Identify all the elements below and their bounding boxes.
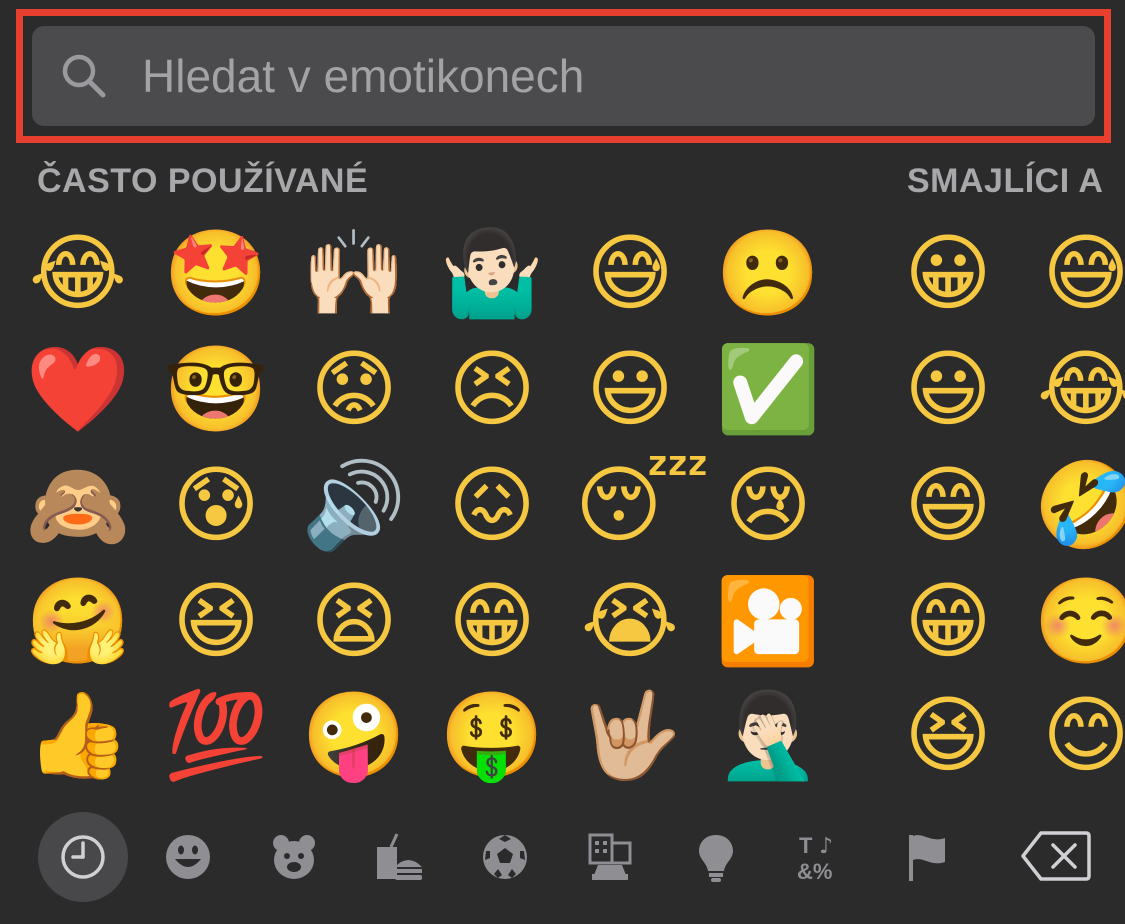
emoji-key[interactable]: 🤟🏼 — [575, 680, 685, 790]
emoji-key[interactable]: 😭 — [575, 566, 685, 676]
backspace-icon[interactable] — [1020, 830, 1092, 882]
emoji-key[interactable]: 🤣 — [1031, 450, 1125, 560]
symbols-tab[interactable]: T ♪ &% — [776, 812, 866, 902]
search-bar[interactable]: Hledat v emotikonech — [32, 26, 1095, 126]
section-title-frequent: ČASTO POUŽÍVANÉ — [37, 162, 369, 200]
smileys-tab[interactable] — [143, 812, 233, 902]
emoji-key[interactable]: 😴 — [575, 450, 710, 560]
emoji-key[interactable]: 😂 — [1031, 334, 1125, 444]
emoji-key[interactable]: 🤦🏻‍♂️ — [713, 680, 823, 790]
emoji-key[interactable]: 🔊 — [299, 450, 409, 560]
emoji-key[interactable]: 😢 — [713, 450, 823, 560]
activity-tab[interactable] — [460, 812, 550, 902]
flag-icon — [909, 835, 945, 881]
soccer-ball-icon — [483, 835, 527, 879]
emoji-key[interactable]: ❤️ — [23, 334, 133, 444]
emoji-key[interactable]: 😅 — [575, 218, 685, 328]
emoji-key[interactable]: 😰 — [161, 450, 271, 560]
emoji-key[interactable]: ☹️ — [713, 218, 823, 328]
smiley-icon — [166, 835, 210, 879]
emoji-key[interactable]: 😄 — [893, 450, 1003, 560]
emoji-key[interactable]: ☺️ — [1031, 566, 1125, 676]
emoji-key[interactable]: 😅 — [1031, 218, 1125, 328]
emoji-key[interactable]: 😫 — [299, 566, 409, 676]
animals-tab[interactable] — [249, 812, 339, 902]
emoji-key[interactable]: 😂 — [23, 218, 133, 328]
emoji-key[interactable]: 😃 — [893, 334, 1003, 444]
lightbulb-icon — [699, 835, 733, 882]
burger-icon — [377, 833, 422, 880]
travel-tab[interactable] — [565, 812, 655, 902]
svg-text:T: T — [799, 833, 813, 858]
emoji-key[interactable]: 😁 — [437, 566, 547, 676]
emoji-key[interactable]: 😆 — [161, 566, 271, 676]
emoji-key[interactable]: 🤑 — [437, 680, 547, 790]
emoji-key[interactable]: 😊 — [1031, 680, 1125, 790]
emoji-key[interactable]: 😁 — [893, 566, 1003, 676]
recent-tab[interactable] — [38, 812, 128, 902]
emoji-key[interactable]: ✅ — [713, 334, 823, 444]
objects-tab[interactable] — [671, 812, 761, 902]
emoji-key[interactable]: 😟 — [299, 334, 409, 444]
emoji-key[interactable]: 🤓 — [161, 334, 271, 444]
food-tab[interactable] — [354, 812, 444, 902]
emoji-key[interactable]: 🙌🏻 — [299, 218, 409, 328]
emoji-key[interactable]: 😃 — [575, 334, 685, 444]
emoji-key[interactable]: 😖 — [437, 450, 547, 560]
emoji-key[interactable]: 😆 — [893, 680, 1003, 790]
emoji-key[interactable]: 🤩 — [161, 218, 271, 328]
search-icon — [62, 54, 106, 98]
emoji-key[interactable]: 🤷🏻‍♂️ — [437, 218, 547, 328]
section-title-smileys: SMAJLÍCI A — [907, 162, 1104, 200]
flags-tab[interactable] — [882, 812, 972, 902]
svg-text:♪: ♪ — [819, 834, 833, 859]
emoji-key[interactable]: 🤪 — [299, 680, 409, 790]
svg-text:&%: &% — [797, 859, 832, 883]
emoji-key[interactable]: 🎦 — [713, 566, 823, 676]
emoji-key[interactable]: 🙈 — [23, 450, 133, 560]
emoji-key[interactable]: 😣 — [437, 334, 547, 444]
emoji-key[interactable]: 👍 — [23, 680, 133, 790]
emoji-key[interactable]: 🤗 — [23, 566, 133, 676]
clock-icon — [61, 835, 105, 879]
search-input[interactable]: Hledat v emotikonech — [142, 26, 584, 126]
emoji-key[interactable]: 😀 — [893, 218, 1003, 328]
emoji-key[interactable]: 💯 — [161, 680, 271, 790]
bear-icon — [273, 835, 315, 879]
symbols-icon: T ♪ &% — [797, 833, 833, 883]
building-car-icon — [588, 833, 632, 880]
